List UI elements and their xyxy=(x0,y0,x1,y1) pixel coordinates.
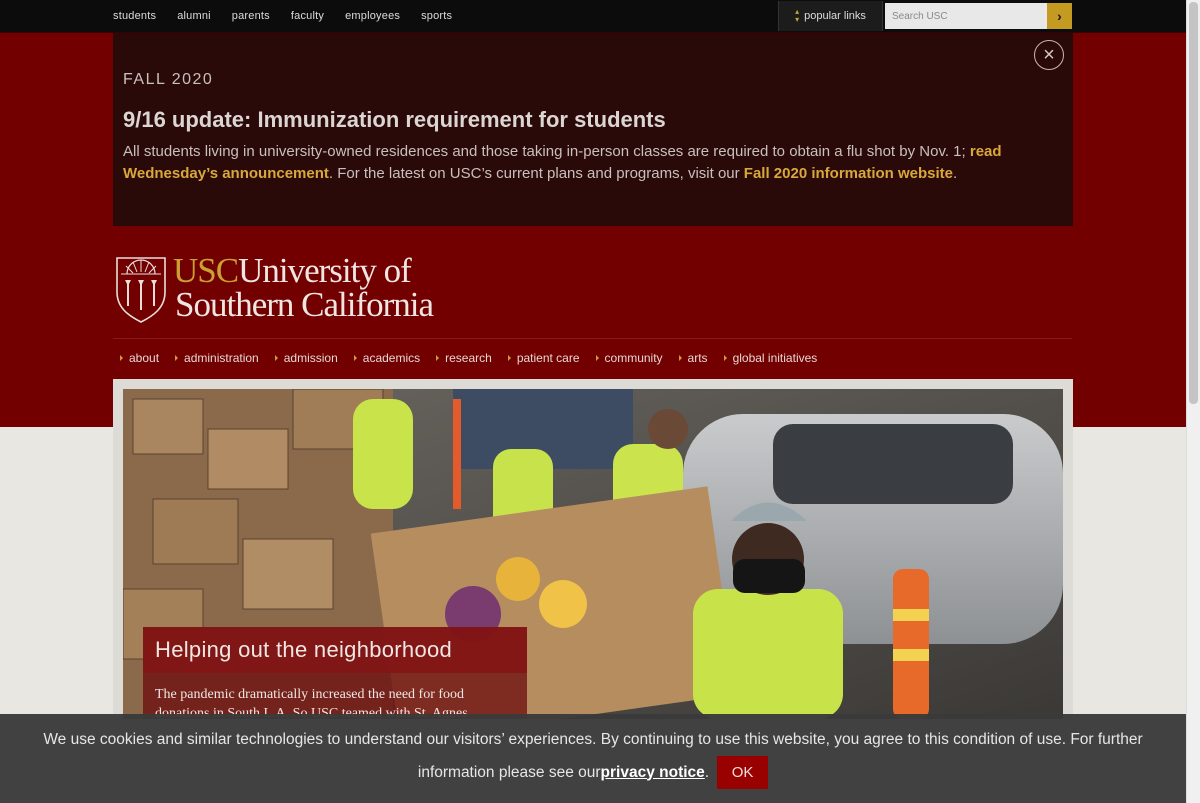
cookie-text-line1: We use cookies and similar technologies … xyxy=(43,731,1143,748)
header-divider xyxy=(113,338,1072,339)
audience-links: students alumni parents faculty employee… xyxy=(113,0,473,32)
link-alumni[interactable]: alumni xyxy=(177,10,211,22)
caret-right-icon xyxy=(507,355,511,361)
popular-links-label: popular links xyxy=(804,10,866,22)
cookie-ok-button[interactable]: OK xyxy=(717,756,769,789)
caret-right-icon xyxy=(723,355,727,361)
nav-arts[interactable]: arts xyxy=(678,351,708,365)
alert-text: All students living in university-owned … xyxy=(123,143,1002,182)
caret-right-icon xyxy=(274,355,278,361)
top-utility-bar: students alumni parents faculty employee… xyxy=(0,0,1186,33)
close-icon: × xyxy=(1043,44,1055,66)
caret-right-icon xyxy=(678,355,682,361)
search-input[interactable] xyxy=(885,3,1047,29)
usc-seal-icon xyxy=(116,257,166,323)
nav-administration[interactable]: administration xyxy=(175,351,259,365)
nav-community[interactable]: community xyxy=(595,351,663,365)
caret-right-icon xyxy=(595,355,599,361)
hero-caption: Helping out the neighborhood The pandemi… xyxy=(143,627,527,719)
hero-title[interactable]: Helping out the neighborhood xyxy=(143,627,527,673)
nav-patient-care[interactable]: patient care xyxy=(507,351,580,365)
caret-right-icon xyxy=(353,355,357,361)
alert-title: 9/16 update: Immunization requirement fo… xyxy=(123,107,666,132)
cookie-text-line2: information please see our privacy notic… xyxy=(0,756,1186,789)
hero-frame: Helping out the neighborhood The pandemi… xyxy=(113,379,1073,719)
link-faculty[interactable]: faculty xyxy=(291,10,324,22)
cookie-banner: We use cookies and similar technologies … xyxy=(0,714,1186,803)
fall-2020-info-link[interactable]: Fall 2020 information website xyxy=(744,165,953,182)
caret-right-icon xyxy=(436,355,440,361)
main-nav: about administration admission academics… xyxy=(120,351,833,365)
nav-admission[interactable]: admission xyxy=(274,351,338,365)
hero-photo[interactable]: Helping out the neighborhood The pandemi… xyxy=(123,389,1063,719)
nav-about[interactable]: about xyxy=(120,351,159,365)
alert-banner: FALL 2020 9/16 update: Immunization requ… xyxy=(113,33,1073,226)
caret-right-icon xyxy=(120,355,123,361)
logo-line2: Southern California xyxy=(175,285,434,324)
usc-logo[interactable]: USCUniversity of Southern California xyxy=(113,252,443,324)
updown-arrows-icon: ▴ ▾ xyxy=(795,7,800,24)
nav-global-initiatives[interactable]: global initiatives xyxy=(723,351,817,365)
page-scrollbar[interactable] xyxy=(1186,0,1200,803)
alert-kicker: FALL 2020 xyxy=(123,71,214,88)
popular-links-dropdown[interactable]: ▴ ▾ popular links xyxy=(778,1,883,31)
link-students[interactable]: students xyxy=(113,10,156,22)
nav-academics[interactable]: academics xyxy=(353,351,420,365)
search-go-button[interactable]: › xyxy=(1047,3,1072,29)
alert-close-button[interactable]: × xyxy=(1034,40,1064,70)
caret-right-icon xyxy=(175,355,179,361)
search-box: › xyxy=(885,3,1072,29)
nav-research[interactable]: research xyxy=(436,351,492,365)
privacy-notice-link[interactable]: privacy notice xyxy=(601,764,705,782)
link-sports[interactable]: sports xyxy=(421,10,452,22)
scrollbar-thumb[interactable] xyxy=(1189,2,1198,404)
link-employees[interactable]: employees xyxy=(345,10,400,22)
link-parents[interactable]: parents xyxy=(232,10,270,22)
chevron-right-icon: › xyxy=(1057,8,1062,24)
